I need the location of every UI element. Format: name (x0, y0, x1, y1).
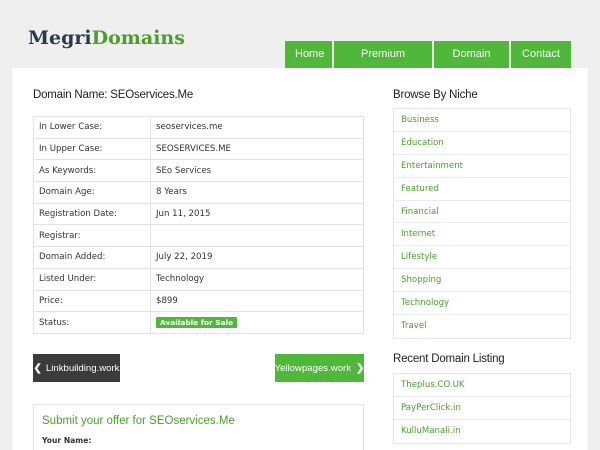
recent-domain-list: Theplus.CO.UK PayPerClick.in KulluManali.i… (393, 373, 571, 444)
nav-home[interactable]: Home (285, 41, 332, 68)
logo-part-1: Megri (28, 27, 92, 49)
recent-domain-item[interactable]: KulluManali.in (394, 420, 570, 443)
chevron-left-icon: ❮ (33, 362, 42, 374)
row-key: Listed Under: (33, 267, 151, 291)
browse-heading: Browse By Niche (393, 89, 478, 101)
row-key: Domain Age: (33, 181, 151, 204)
chevron-right-icon: ❯ (356, 362, 365, 374)
browse-niche-list: Business Education Entertainment Featured Fi… (393, 108, 571, 339)
row-key: Domain Added: (33, 246, 151, 269)
domain-info-table: In Lower Case: seoservices.me In Upper Cas… (33, 116, 364, 334)
row-value: Available for Sale (150, 311, 364, 334)
row-value: seoservices.me (150, 116, 364, 139)
row-key: In Lower Case: (33, 116, 151, 139)
table-row: In Upper Case: SEOSERVICES.ME (33, 137, 364, 161)
row-value: Jun 11, 2015 (150, 202, 364, 226)
niche-item[interactable]: Shopping (394, 269, 570, 293)
next-domain-label: Yellowpages.work (274, 362, 352, 374)
table-row: Price: $899 (33, 289, 364, 313)
row-value: $899 (150, 289, 364, 313)
row-value: SEo Services (150, 159, 364, 183)
niche-item[interactable]: Business (394, 109, 570, 132)
site-logo[interactable]: MegriDomains (28, 27, 185, 49)
row-key: Status: (33, 311, 151, 334)
table-row: As Keywords: SEo Services (33, 159, 364, 183)
niche-item[interactable]: Travel (394, 315, 570, 338)
row-value: 8 Years (150, 181, 364, 204)
table-row: Domain Age: 8 Years (33, 181, 364, 204)
nav-premium-domains[interactable]: Premium Domains (334, 41, 432, 87)
niche-item[interactable]: Featured (394, 178, 570, 201)
offer-form: Submit your offer for SEOservices.Me You… (33, 404, 364, 450)
niche-item[interactable]: Entertainment (394, 155, 570, 178)
row-value (150, 224, 364, 248)
offer-title: Submit your offer for SEOservices.Me (42, 415, 235, 427)
nav-contact[interactable]: Contact (511, 41, 571, 68)
row-key: As Keywords: (33, 159, 151, 183)
table-row: Registrar: (33, 224, 364, 248)
row-key: Registrar: (33, 224, 151, 248)
header: MegriDomains Home Premium Domains Domain… (0, 0, 600, 87)
domain-heading: Domain Name: SEOservices.Me (33, 89, 194, 101)
niche-item[interactable]: Internet (394, 223, 570, 247)
status-badge: Available for Sale (156, 316, 238, 328)
row-value: July 22, 2019 (150, 246, 364, 269)
row-key: Registration Date: (33, 202, 151, 226)
recent-heading: Recent Domain Listing (393, 353, 505, 365)
recent-domain-item[interactable]: PayPerClick.in (394, 397, 570, 420)
table-row: Domain Added: July 22, 2019 (33, 246, 364, 269)
row-key: In Upper Case: (33, 137, 151, 161)
table-row: Status: Available for Sale (33, 311, 364, 334)
next-domain-button[interactable]: Yellowpages.work ❯ (275, 354, 364, 382)
niche-item[interactable]: Education (394, 132, 570, 155)
main-nav: Home Premium Domains Domain Sale Contact (285, 41, 571, 87)
niche-item[interactable]: Lifestyle (394, 246, 570, 270)
nav-domain-sale[interactable]: Domain Sale (434, 41, 509, 87)
prev-domain-button[interactable]: ❮ Linkbuilding.work (33, 354, 120, 382)
row-value: Technology (150, 267, 364, 291)
table-row: In Lower Case: seoservices.me (33, 116, 364, 139)
prev-domain-label: Linkbuilding.work (45, 362, 120, 374)
recent-domain-item[interactable]: Theplus.CO.UK (394, 374, 570, 397)
row-key: Price: (33, 289, 151, 313)
niche-item[interactable]: Technology (394, 292, 570, 316)
table-row: Listed Under: Technology (33, 267, 364, 291)
name-field-label: Your Name: (42, 436, 92, 445)
row-value: SEOSERVICES.ME (150, 137, 364, 161)
logo-part-2: Domains (91, 27, 185, 49)
niche-item[interactable]: Financial (394, 201, 570, 224)
table-row: Registration Date: Jun 11, 2015 (33, 202, 364, 226)
